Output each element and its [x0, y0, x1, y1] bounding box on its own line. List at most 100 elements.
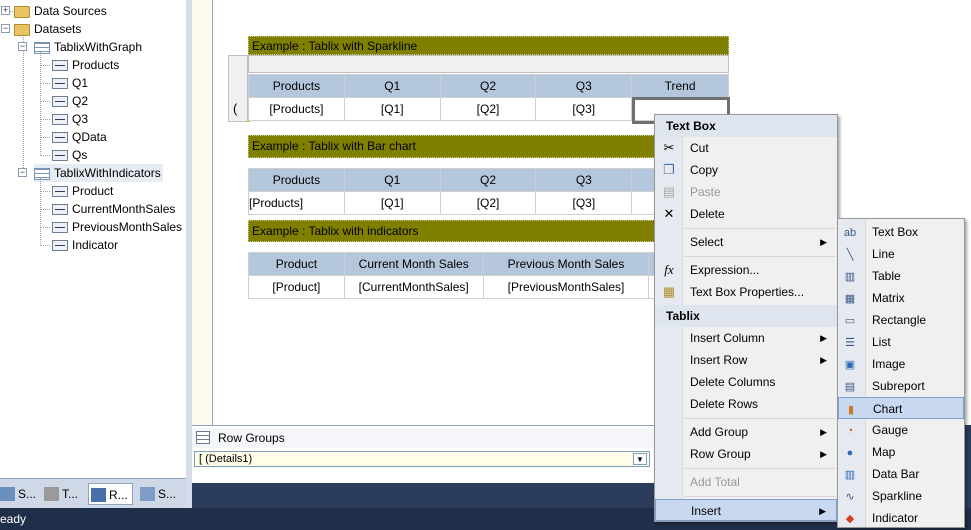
tree-node-tablixwithgraph[interactable]: TablixWithGraph	[34, 38, 142, 56]
menu-item-add-total[interactable]: Add Total	[655, 471, 837, 493]
tab-server-explorer[interactable]: S...	[140, 483, 176, 505]
menu-item-add-group[interactable]: Add Group ▶	[655, 421, 837, 443]
submenu-arrow-icon: ▶	[819, 506, 826, 516]
column-header-cell[interactable]: Q2	[439, 74, 537, 98]
row-group-marker: (	[233, 101, 238, 116]
tree-field-item[interactable]: Indicator	[52, 236, 118, 254]
menu-item-paste[interactable]: ▤ Paste	[655, 181, 837, 203]
insert-item-rectangle[interactable]: ▭ Rectangle	[838, 309, 964, 331]
row-group-details[interactable]: [ (Details1) ▼	[194, 451, 650, 467]
insert-item-image[interactable]: ▣ Image	[838, 353, 964, 375]
collapse-toggle[interactable]: −	[18, 42, 27, 51]
data-cell[interactable]: [PreviousMonthSales]	[482, 275, 650, 299]
tab-solution-explorer[interactable]: S...	[0, 483, 36, 505]
tree-field-item[interactable]: Product	[52, 182, 113, 200]
data-cell[interactable]: [Q3]	[535, 191, 633, 215]
data-cell[interactable]: [Q1]	[343, 191, 441, 215]
paste-icon: ▤	[662, 184, 676, 199]
tab-toolbox[interactable]: T...	[44, 483, 78, 505]
toolbox-icon	[44, 487, 59, 501]
tree-field-item[interactable]: CurrentMonthSales	[52, 200, 175, 218]
insert-item-data-bar[interactable]: ▥ Data Bar	[838, 463, 964, 485]
insert-item-chart[interactable]: ▮ Chart	[838, 397, 964, 419]
insert-item-indicator[interactable]: ◆ Indicator	[838, 507, 964, 529]
insert-item-map[interactable]: ● Map	[838, 441, 964, 463]
column-header-cell[interactable]: Q3	[535, 74, 633, 98]
insert-item-matrix[interactable]: ▦ Matrix	[838, 287, 964, 309]
tree-node-tablixwithindicators[interactable]: TablixWithIndicators	[34, 164, 163, 182]
tablix1-title[interactable]: Example : Tablix with Sparkline	[248, 36, 729, 55]
menu-item-insert[interactable]: Insert ▶	[655, 499, 837, 521]
column-header-cell[interactable]: Current Month Sales	[343, 252, 484, 276]
menu-item-delete-columns[interactable]: Delete Columns	[655, 371, 837, 393]
menu-item-copy[interactable]: ❐ Copy	[655, 159, 837, 181]
menu-item-cut[interactable]: ✂ Cut	[655, 137, 837, 159]
submenu-arrow-icon: ▶	[820, 355, 827, 365]
chevron-down-icon[interactable]: ▼	[633, 453, 647, 465]
column-header-cell[interactable]: Q2	[439, 168, 537, 192]
menu-item-expression[interactable]: fx Expression...	[655, 259, 837, 281]
dataset-icon	[34, 167, 50, 180]
field-icon	[52, 96, 68, 108]
menu-item-delete[interactable]: ✕ Delete	[655, 203, 837, 225]
insert-item-table[interactable]: ▥ Table	[838, 265, 964, 287]
field-icon	[52, 240, 68, 252]
menu-item-select[interactable]: Select ▶	[655, 231, 837, 253]
tree-field-item[interactable]: Products	[52, 56, 119, 74]
column-header-cell[interactable]: Previous Month Sales	[482, 252, 650, 276]
menu-item-insert-column[interactable]: Insert Column ▶	[655, 327, 837, 349]
textbox-icon: ab	[843, 227, 857, 239]
column-header-cell[interactable]: Product	[248, 252, 345, 276]
data-cell[interactable]: [Q2]	[439, 191, 537, 215]
menu-section-tablix: Tablix	[655, 305, 837, 327]
data-cell[interactable]: [Products]	[248, 97, 345, 121]
copy-icon: ❐	[663, 162, 675, 177]
column-header-cell[interactable]: Products	[248, 74, 345, 98]
insert-item-sparkline[interactable]: ∿ Sparkline	[838, 485, 964, 507]
tree-field-item[interactable]: QData	[52, 128, 107, 146]
tab-report-data[interactable]: R...	[88, 483, 133, 505]
data-cell[interactable]: [Q3]	[535, 97, 633, 121]
field-icon	[52, 132, 68, 144]
data-cell[interactable]: [Product]	[248, 275, 345, 299]
field-icon	[52, 60, 68, 72]
menu-item-textbox-properties[interactable]: ▦ Text Box Properties...	[655, 281, 837, 303]
data-cell[interactable]: [Q1]	[343, 97, 441, 121]
menu-item-insert-row[interactable]: Insert Row ▶	[655, 349, 837, 371]
data-cell[interactable]: [Q2]	[439, 97, 537, 121]
expand-toggle[interactable]: +	[1, 6, 10, 15]
column-header-cell[interactable]: Q1	[343, 168, 441, 192]
function-icon: fx	[664, 262, 674, 277]
data-cell[interactable]: [Products]	[248, 191, 345, 215]
submenu-arrow-icon: ▶	[820, 427, 827, 437]
collapse-toggle[interactable]: −	[18, 168, 27, 177]
menu-item-delete-rows[interactable]: Delete Rows	[655, 393, 837, 415]
tree-node-data-sources[interactable]: Data Sources	[14, 2, 107, 20]
folder-icon	[14, 23, 30, 36]
column-header-cell[interactable]: Q1	[343, 74, 441, 98]
insert-item-text-box[interactable]: ab Text Box	[838, 221, 964, 243]
menu-item-row-group[interactable]: Row Group ▶	[655, 443, 837, 465]
tree-field-item[interactable]: Q2	[52, 92, 88, 110]
insert-item-list[interactable]: ☰ List	[838, 331, 964, 353]
tree-field-item[interactable]: Q1	[52, 74, 88, 92]
column-header-cell[interactable]: Products	[248, 168, 345, 192]
tree-field-item[interactable]: PreviousMonthSales	[52, 218, 182, 236]
gauge-icon: ◔	[846, 425, 854, 437]
field-icon	[52, 222, 68, 234]
collapse-toggle[interactable]: −	[1, 24, 10, 33]
databar-icon: ▥	[844, 469, 856, 481]
insert-item-line[interactable]: ╲ Line	[838, 243, 964, 265]
column-header-cell[interactable]: Trend	[631, 74, 729, 98]
tree-field-item[interactable]: Qs	[52, 146, 87, 164]
data-cell[interactable]: [CurrentMonthSales]	[343, 275, 484, 299]
submenu-arrow-icon: ▶	[820, 333, 827, 343]
column-header-cell[interactable]: Q3	[535, 168, 633, 192]
row-handles[interactable]	[228, 55, 248, 122]
insert-item-subreport[interactable]: ▤ Subreport	[838, 375, 964, 397]
tree-node-datasets[interactable]: Datasets	[14, 20, 81, 38]
tree-field-item[interactable]: Q3	[52, 110, 88, 128]
map-icon: ●	[846, 447, 854, 459]
insert-item-gauge[interactable]: ◔ Gauge	[838, 419, 964, 441]
column-handles[interactable]	[248, 55, 729, 73]
